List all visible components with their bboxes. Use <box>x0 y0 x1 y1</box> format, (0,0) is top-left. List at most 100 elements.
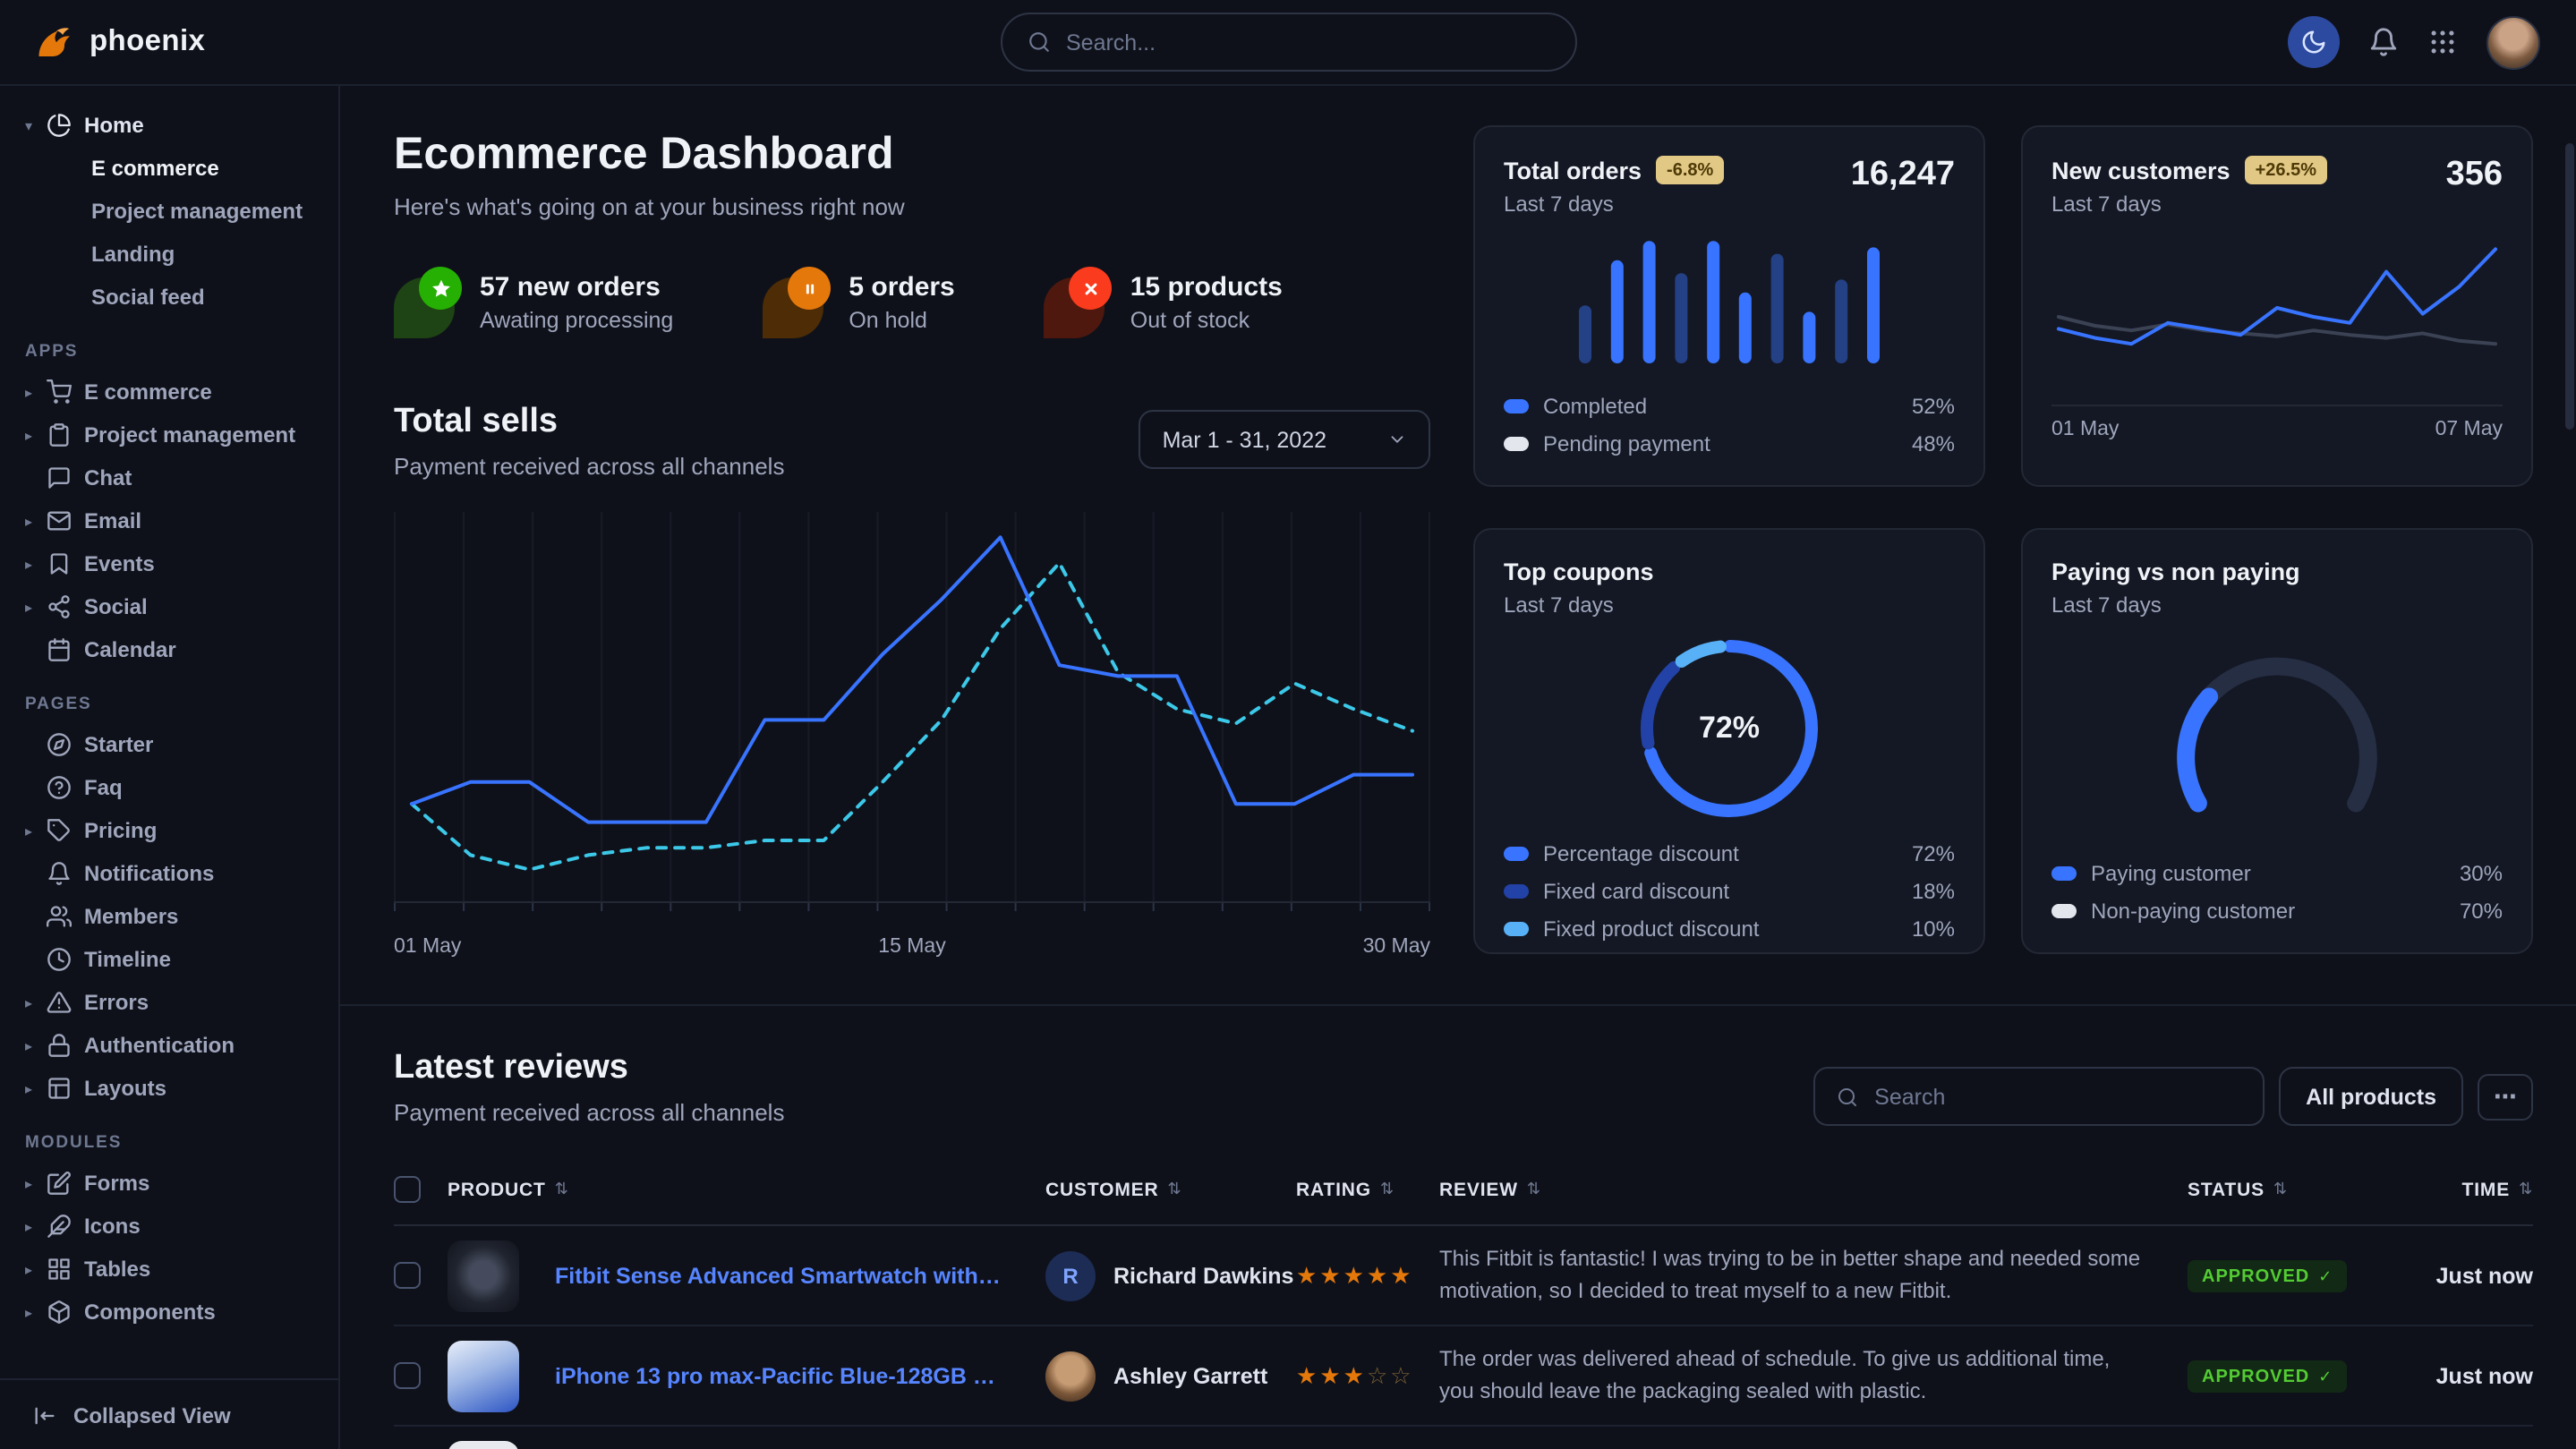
date-range-value: Mar 1 - 31, 2022 <box>1163 427 1326 452</box>
bell-icon <box>2368 27 2399 57</box>
sidebar-section-title: MODULES <box>18 1133 320 1153</box>
apps-menu-button[interactable] <box>2427 27 2458 57</box>
new-customers-x-axis: 01 May 07 May <box>2051 405 2503 440</box>
collapse-sidebar-button[interactable]: Collapsed View <box>0 1378 338 1449</box>
sidebar-item-components[interactable]: Components <box>18 1291 320 1334</box>
stat-value: 57 new orders <box>480 272 673 303</box>
alert-icon <box>47 990 72 1015</box>
sidebar-item-faq[interactable]: Faq <box>18 766 320 809</box>
sidebar-item-chat[interactable]: Chat <box>18 456 320 499</box>
all-products-button[interactable]: All products <box>2279 1067 2463 1126</box>
sidebar-item-label: Errors <box>84 990 149 1015</box>
brand[interactable]: phoenix <box>32 21 340 64</box>
box-icon <box>47 1300 72 1325</box>
sidebar-item-home[interactable]: Home <box>18 104 320 147</box>
column-review[interactable]: REVIEW <box>1439 1179 2188 1200</box>
sidebar-item-authentication[interactable]: Authentication <box>18 1024 320 1067</box>
search-input[interactable] <box>1066 30 1549 55</box>
row-checkbox[interactable] <box>394 1262 421 1289</box>
row-checkbox[interactable] <box>394 1362 421 1389</box>
date-range-select[interactable]: Mar 1 - 31, 2022 <box>1139 410 1430 469</box>
sidebar-item-project-management[interactable]: Project management <box>18 190 320 233</box>
sidebar-item-label: Starter <box>84 732 153 757</box>
sidebar-item-e-commerce[interactable]: E commerce <box>18 147 320 190</box>
sidebar-item-project-management[interactable]: Project management <box>18 413 320 456</box>
sidebar-item-e-commerce[interactable]: E commerce <box>18 371 320 413</box>
sidebar-item-notifications[interactable]: Notifications <box>18 852 320 895</box>
stat-value: 15 products <box>1130 272 1283 303</box>
user-avatar[interactable] <box>2486 15 2540 69</box>
legend-label: Percentage discount <box>1543 840 1739 865</box>
sidebar-item-label: Layouts <box>84 1076 166 1101</box>
phoenix-logo-icon <box>32 21 75 64</box>
caret-right-icon <box>25 994 47 1010</box>
sidebar-item-social-feed[interactable]: Social feed <box>18 276 320 319</box>
reviews-search <box>1813 1067 2265 1126</box>
product-link[interactable]: iPhone 13 pro max-Pacific Blue-128GB sto… <box>555 1363 1045 1388</box>
latest-reviews-section: Latest reviews Payment received across a… <box>340 1004 2576 1449</box>
column-customer[interactable]: CUSTOMER <box>1045 1179 1296 1200</box>
customer-name: Richard Dawkins <box>1113 1263 1293 1288</box>
sidebar-item-forms[interactable]: Forms <box>18 1162 320 1205</box>
sidebar-item-email[interactable]: Email <box>18 499 320 542</box>
product-link[interactable]: Fitbit Sense Advanced Smartwatch with To… <box>555 1263 1045 1288</box>
layout-icon <box>47 1076 72 1101</box>
page-title: Ecommerce Dashboard <box>394 129 1430 181</box>
product-thumbnail[interactable] <box>448 1340 519 1411</box>
reviews-search-input[interactable] <box>1874 1084 2241 1109</box>
collapse-icon <box>32 1402 57 1428</box>
sidebar-item-events[interactable]: Events <box>18 542 320 585</box>
more-options-button[interactable] <box>2478 1073 2533 1120</box>
stat-caption: On hold <box>849 308 954 333</box>
card-title: Paying vs non paying <box>2051 558 2300 584</box>
review-row: Fitbit Sense Advanced Smartwatch with To… <box>394 1226 2533 1326</box>
sidebar-item-label: Timeline <box>84 947 171 972</box>
product-thumbnail[interactable] <box>448 1440 519 1449</box>
sidebar-item-starter[interactable]: Starter <box>18 723 320 766</box>
sidebar-item-errors[interactable]: Errors <box>18 981 320 1024</box>
sidebar-item-icons[interactable]: Icons <box>18 1205 320 1248</box>
card-value: 16,247 <box>1851 156 1955 195</box>
kpi-cards: Total orders -6.8% Last 7 days 16,247 Co… <box>1473 125 2533 958</box>
card-title: Top coupons <box>1504 558 1654 584</box>
column-time[interactable]: TIME <box>2408 1179 2533 1200</box>
sidebar-item-label: Events <box>84 551 155 576</box>
column-status[interactable]: STATUS <box>2188 1179 2408 1200</box>
customer-cell: Ashley Garrett <box>1045 1351 1296 1401</box>
caret-right-icon <box>25 556 47 572</box>
sidebar-item-social[interactable]: Social <box>18 585 320 628</box>
pause-glyph <box>798 277 821 300</box>
x-tick-label: 15 May <box>878 936 945 958</box>
card-paying-vs-non-paying: Paying vs non paying Last 7 days Paying … <box>2021 527 2533 953</box>
sidebar-item-timeline[interactable]: Timeline <box>18 938 320 981</box>
rating-stars: ★★★★★ <box>1296 1261 1439 1290</box>
legend-item: Fixed card discount18% <box>1504 878 1955 903</box>
legend-swatch <box>1504 846 1529 860</box>
sidebar-item-layouts[interactable]: Layouts <box>18 1067 320 1110</box>
sidebar-item-label: Faq <box>84 775 123 800</box>
legend-swatch <box>1504 883 1529 898</box>
sidebar-item-calendar[interactable]: Calendar <box>18 628 320 671</box>
product-thumbnail[interactable] <box>448 1240 519 1311</box>
total-sells-chart <box>394 501 1430 927</box>
sidebar-item-landing[interactable]: Landing <box>18 233 320 276</box>
select-all-checkbox[interactable] <box>394 1176 421 1203</box>
sidebar-item-members[interactable]: Members <box>18 895 320 938</box>
caret-right-icon <box>25 1218 47 1234</box>
x-tick-label: 30 May <box>1363 936 1430 958</box>
theme-toggle-button[interactable] <box>2288 16 2340 68</box>
notifications-button[interactable] <box>2368 27 2399 57</box>
legend-swatch <box>2051 865 2077 880</box>
status-cell: APPROVED <box>2188 1359 2408 1394</box>
column-product[interactable]: PRODUCT <box>448 1179 1045 1200</box>
x-tick-label: 01 May <box>394 936 461 958</box>
scrollbar-thumb[interactable] <box>2565 143 2574 430</box>
sidebar-item-pricing[interactable]: Pricing <box>18 809 320 852</box>
sidebar-item-tables[interactable]: Tables <box>18 1248 320 1291</box>
column-rating[interactable]: RATING <box>1296 1179 1439 1200</box>
help-icon <box>47 775 72 800</box>
legend-swatch <box>1504 399 1529 413</box>
customer-cell: RRichard Dawkins <box>1045 1250 1296 1300</box>
legend-label: Completed <box>1543 394 1647 419</box>
stat-out-of-stock: 15 productsOut of stock <box>1045 267 1283 338</box>
